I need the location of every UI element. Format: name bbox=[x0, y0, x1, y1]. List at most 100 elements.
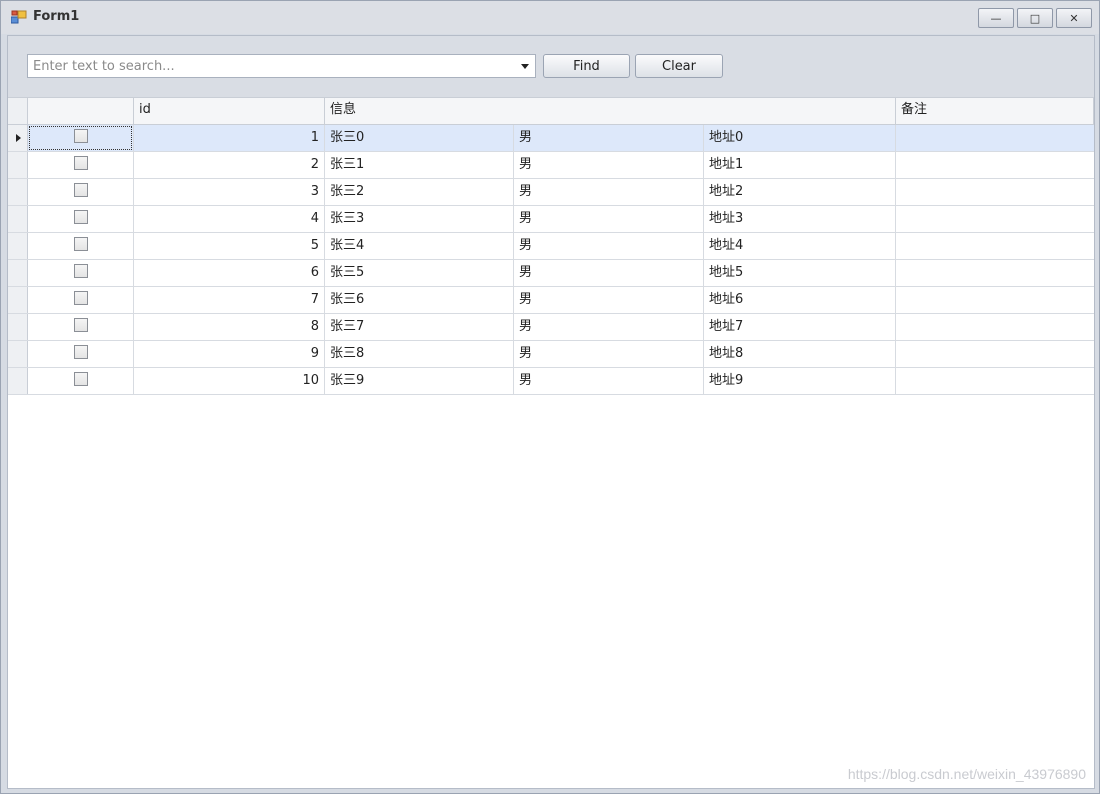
table-row[interactable]: 3 张三2 男地址2 bbox=[8, 179, 1094, 206]
row-indicator-cell[interactable] bbox=[8, 341, 28, 367]
cell-note[interactable] bbox=[896, 368, 1094, 394]
search-box[interactable] bbox=[27, 54, 536, 78]
row-indicator-cell[interactable] bbox=[8, 179, 28, 205]
table-row[interactable]: 2 张三1 男地址1 bbox=[8, 152, 1094, 179]
cell-address[interactable]: 地址7 bbox=[704, 314, 896, 340]
row-checkbox-cell[interactable] bbox=[28, 179, 134, 205]
header-note-column[interactable]: 备注 bbox=[896, 98, 1094, 124]
cell-address[interactable]: 地址0 bbox=[704, 125, 896, 151]
cell-id[interactable]: 8 bbox=[134, 314, 325, 340]
row-checkbox[interactable] bbox=[73, 156, 88, 170]
cell-id[interactable]: 1 bbox=[134, 125, 325, 151]
cell-sex[interactable]: 男 bbox=[514, 287, 704, 313]
row-checkbox-cell[interactable] bbox=[28, 260, 134, 286]
header-id-column[interactable]: id bbox=[134, 98, 325, 124]
cell-name[interactable]: 张三7 bbox=[325, 314, 514, 340]
row-checkbox[interactable] bbox=[73, 183, 88, 197]
cell-address[interactable]: 地址1 bbox=[704, 152, 896, 178]
table-row[interactable]: 9 张三8 男地址8 bbox=[8, 341, 1094, 368]
cell-sex[interactable]: 男 bbox=[514, 260, 704, 286]
row-checkbox-cell[interactable] bbox=[28, 233, 134, 259]
row-checkbox[interactable] bbox=[73, 372, 88, 386]
cell-id[interactable]: 10 bbox=[134, 368, 325, 394]
cell-address[interactable]: 地址6 bbox=[704, 287, 896, 313]
row-indicator-cell[interactable] bbox=[8, 287, 28, 313]
cell-note[interactable] bbox=[896, 314, 1094, 340]
cell-id[interactable]: 4 bbox=[134, 206, 325, 232]
title-bar[interactable]: Form1 — □ ✕ bbox=[1, 1, 1099, 34]
cell-name[interactable]: 张三1 bbox=[325, 152, 514, 178]
cell-name[interactable]: 张三4 bbox=[325, 233, 514, 259]
row-indicator-cell[interactable] bbox=[8, 233, 28, 259]
cell-name[interactable]: 张三8 bbox=[325, 341, 514, 367]
cell-note[interactable] bbox=[896, 125, 1094, 151]
cell-note[interactable] bbox=[896, 152, 1094, 178]
cell-sex[interactable]: 男 bbox=[514, 206, 704, 232]
cell-id[interactable]: 9 bbox=[134, 341, 325, 367]
row-indicator-cell[interactable] bbox=[8, 260, 28, 286]
cell-name[interactable]: 张三0 bbox=[325, 125, 514, 151]
row-indicator-cell[interactable] bbox=[8, 125, 28, 151]
cell-id[interactable]: 3 bbox=[134, 179, 325, 205]
row-checkbox[interactable] bbox=[73, 318, 88, 332]
row-checkbox-cell[interactable] bbox=[28, 125, 134, 151]
table-row[interactable]: 6 张三5 男地址5 bbox=[8, 260, 1094, 287]
header-check-column[interactable] bbox=[28, 98, 134, 124]
row-checkbox-cell[interactable] bbox=[28, 341, 134, 367]
cell-note[interactable] bbox=[896, 260, 1094, 286]
cell-address[interactable]: 地址2 bbox=[704, 179, 896, 205]
table-row[interactable]: 7 张三6 男地址6 bbox=[8, 287, 1094, 314]
cell-address[interactable]: 地址8 bbox=[704, 341, 896, 367]
cell-sex[interactable]: 男 bbox=[514, 341, 704, 367]
row-checkbox-cell[interactable] bbox=[28, 152, 134, 178]
cell-sex[interactable]: 男 bbox=[514, 314, 704, 340]
table-row[interactable]: 1 张三0 男地址0 bbox=[8, 125, 1094, 152]
cell-note[interactable] bbox=[896, 287, 1094, 313]
cell-note[interactable] bbox=[896, 233, 1094, 259]
minimize-button[interactable]: — bbox=[978, 8, 1014, 28]
row-indicator-cell[interactable] bbox=[8, 368, 28, 394]
cell-name[interactable]: 张三5 bbox=[325, 260, 514, 286]
header-info-band[interactable]: 信息 bbox=[325, 98, 896, 124]
row-indicator-cell[interactable] bbox=[8, 152, 28, 178]
cell-note[interactable] bbox=[896, 179, 1094, 205]
cell-id[interactable]: 2 bbox=[134, 152, 325, 178]
search-input[interactable] bbox=[28, 55, 513, 77]
cell-id[interactable]: 6 bbox=[134, 260, 325, 286]
cell-note[interactable] bbox=[896, 206, 1094, 232]
cell-sex[interactable]: 男 bbox=[514, 125, 704, 151]
row-checkbox[interactable] bbox=[73, 345, 88, 359]
cell-name[interactable]: 张三2 bbox=[325, 179, 514, 205]
row-checkbox-cell[interactable] bbox=[28, 287, 134, 313]
row-checkbox[interactable] bbox=[73, 237, 88, 251]
table-row[interactable]: 8 张三7 男地址7 bbox=[8, 314, 1094, 341]
cell-id[interactable]: 7 bbox=[134, 287, 325, 313]
find-button[interactable]: Find bbox=[543, 54, 630, 78]
row-indicator-cell[interactable] bbox=[8, 314, 28, 340]
cell-address[interactable]: 地址5 bbox=[704, 260, 896, 286]
row-checkbox-cell[interactable] bbox=[28, 368, 134, 394]
cell-address[interactable]: 地址9 bbox=[704, 368, 896, 394]
table-row[interactable]: 4 张三3 男地址3 bbox=[8, 206, 1094, 233]
row-checkbox-cell[interactable] bbox=[28, 206, 134, 232]
cell-note[interactable] bbox=[896, 341, 1094, 367]
cell-name[interactable]: 张三3 bbox=[325, 206, 514, 232]
row-checkbox[interactable] bbox=[73, 210, 88, 224]
cell-sex[interactable]: 男 bbox=[514, 368, 704, 394]
cell-sex[interactable]: 男 bbox=[514, 233, 704, 259]
table-row[interactable]: 10 张三9 男地址9 bbox=[8, 368, 1094, 395]
clear-button[interactable]: Clear bbox=[635, 54, 723, 78]
cell-sex[interactable]: 男 bbox=[514, 152, 704, 178]
cell-address[interactable]: 地址4 bbox=[704, 233, 896, 259]
row-checkbox-cell[interactable] bbox=[28, 314, 134, 340]
row-checkbox[interactable] bbox=[73, 264, 88, 278]
cell-address[interactable]: 地址3 bbox=[704, 206, 896, 232]
cell-name[interactable]: 张三6 bbox=[325, 287, 514, 313]
close-button[interactable]: ✕ bbox=[1056, 8, 1092, 28]
cell-sex[interactable]: 男 bbox=[514, 179, 704, 205]
cell-id[interactable]: 5 bbox=[134, 233, 325, 259]
dropdown-arrow-icon[interactable] bbox=[521, 64, 529, 69]
row-checkbox[interactable] bbox=[73, 291, 88, 305]
cell-name[interactable]: 张三9 bbox=[325, 368, 514, 394]
table-row[interactable]: 5 张三4 男地址4 bbox=[8, 233, 1094, 260]
